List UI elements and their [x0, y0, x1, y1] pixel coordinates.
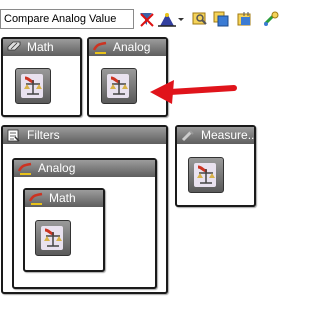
filters-analog-block[interactable]: Analog Math [12, 158, 157, 289]
measure-block-header: Measure... [177, 127, 254, 144]
analog-icon [29, 192, 43, 205]
filters-block[interactable]: Filters Analog Math [1, 125, 168, 294]
measure-block-title: Measure... [201, 128, 254, 142]
balance-scale-icon [21, 74, 43, 98]
analog-block-header: Analog [89, 39, 166, 56]
balance-scale-icon [107, 74, 129, 98]
analog-icon [18, 162, 32, 175]
math-block[interactable]: Math [1, 37, 82, 117]
filters-analog-title: Analog [38, 161, 76, 175]
filters-block-header: Filters [3, 127, 166, 144]
filters-analog-header: Analog [14, 160, 155, 177]
math-block-title: Math [27, 40, 54, 54]
wizard-button[interactable] [156, 10, 184, 28]
analog-block-title: Analog [113, 40, 151, 54]
search-input[interactable]: Compare Analog Value [0, 9, 134, 29]
analog-icon [93, 41, 107, 54]
filter-icon [7, 129, 20, 142]
balance-scale-icon [41, 226, 63, 250]
clear-filter-icon[interactable] [138, 10, 156, 28]
filters-analog-math-header: Math [25, 190, 103, 207]
filters-block-title: Filters [27, 128, 60, 142]
math-block-header: Math [3, 39, 80, 56]
red-arrow-icon [150, 80, 237, 104]
measure-icon [181, 130, 194, 142]
compare-analog-value-tile[interactable] [101, 68, 137, 104]
connect-icon[interactable] [262, 10, 280, 28]
search-highlight-icon[interactable] [191, 10, 209, 28]
dropdown-arrow-icon [178, 18, 184, 21]
library-icon[interactable] [236, 10, 254, 28]
filters-analog-math-block[interactable]: Math [23, 188, 105, 272]
compare-analog-value-tile[interactable] [35, 220, 71, 256]
compare-analog-value-tile[interactable] [188, 157, 224, 193]
measure-block[interactable]: Measure... [175, 125, 256, 207]
balance-scale-icon [194, 163, 216, 187]
compare-analog-value-tile[interactable] [15, 68, 51, 104]
math-icon [7, 41, 21, 51]
filters-analog-math-title: Math [49, 191, 76, 205]
copy-icon[interactable] [212, 10, 230, 28]
